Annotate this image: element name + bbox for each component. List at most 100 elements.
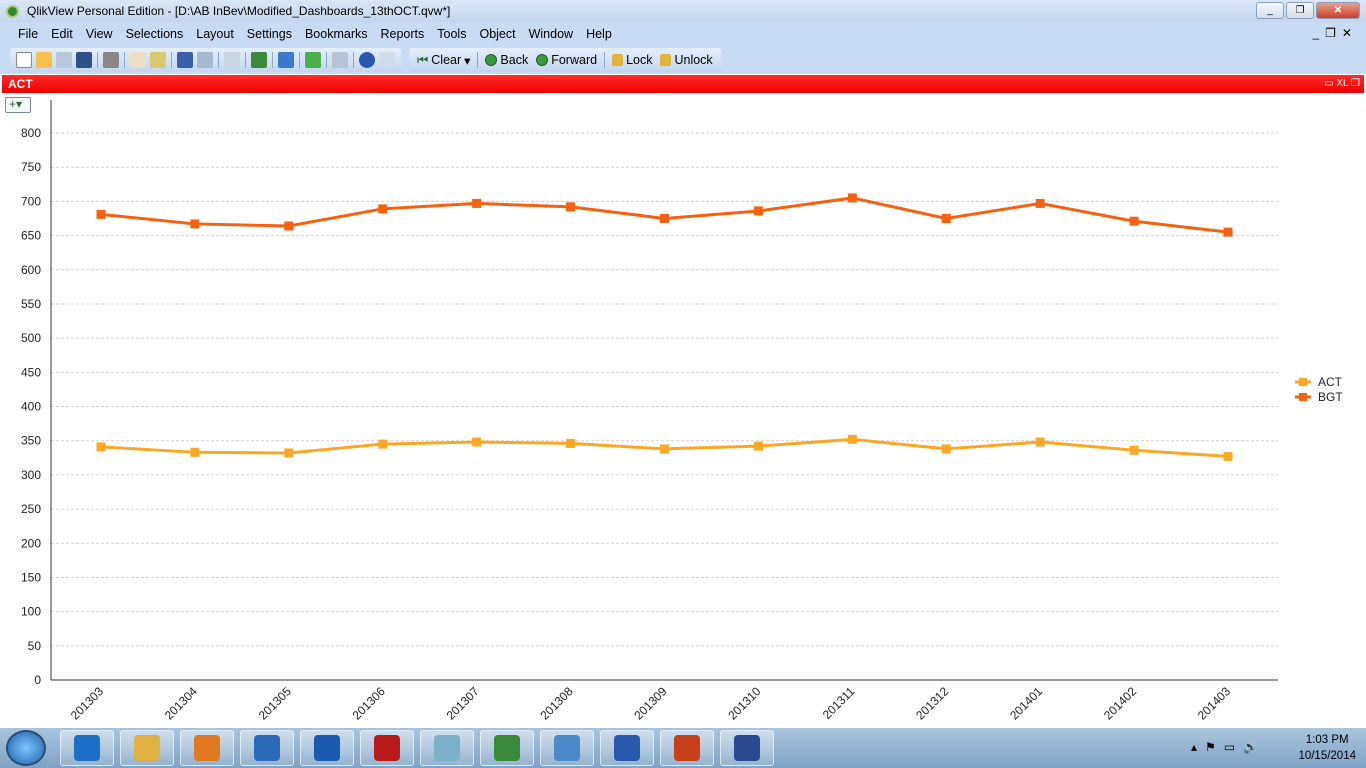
new-chart-icon[interactable] xyxy=(278,52,294,68)
lock-icon xyxy=(612,54,624,66)
taskbar-app-acrobat[interactable] xyxy=(360,730,414,766)
x-tick-label: 201401 xyxy=(1007,684,1045,722)
data-point-bgt xyxy=(566,202,576,212)
x-tick-label: 201311 xyxy=(820,684,858,722)
clock[interactable]: 1:03 PM 10/15/2014 xyxy=(1298,732,1356,764)
menu-layout[interactable]: Layout xyxy=(196,27,234,41)
caption-title: ACT xyxy=(8,77,33,91)
data-point-bgt xyxy=(472,198,482,208)
forward-icon xyxy=(536,54,549,66)
legend-label: BGT xyxy=(1318,390,1343,404)
data-point-act xyxy=(847,434,857,444)
taskbar-app-lync[interactable] xyxy=(240,730,294,766)
taskbar-app-word[interactable] xyxy=(600,730,654,766)
title-bar: QlikView Personal Edition - [D:\AB InBev… xyxy=(0,0,1366,22)
clock-time: 1:03 PM xyxy=(1305,734,1349,746)
back-label: Back xyxy=(500,53,529,67)
edit-script-icon[interactable] xyxy=(130,52,146,68)
context-help-icon[interactable] xyxy=(379,52,395,68)
menu-object[interactable]: Object xyxy=(479,27,515,41)
forward-button[interactable]: Forward xyxy=(536,53,597,67)
y-tick-label: 300 xyxy=(21,468,41,482)
menu-edit[interactable]: Edit xyxy=(51,27,73,41)
redo-icon[interactable] xyxy=(197,52,213,68)
photos-icon xyxy=(554,735,580,761)
y-tick-label: 250 xyxy=(21,502,41,516)
taskbar-app-ie[interactable] xyxy=(60,730,114,766)
data-point-bgt xyxy=(1035,198,1045,208)
data-point-bgt xyxy=(1129,216,1139,226)
taskbar-app-outlook[interactable] xyxy=(300,730,354,766)
select-fields-icon[interactable] xyxy=(251,52,267,68)
x-tick-label: 201312 xyxy=(913,684,951,722)
taskbar-app-notes[interactable] xyxy=(420,730,474,766)
favorite-star-icon[interactable] xyxy=(305,52,321,68)
unlock-icon xyxy=(660,54,672,66)
open-icon[interactable] xyxy=(36,52,52,68)
toolbar: ⏮ Clear ▾ Back Forward Lock Unlock xyxy=(0,46,1366,74)
menu-tools[interactable]: Tools xyxy=(437,27,466,41)
data-point-act xyxy=(941,444,951,454)
taskbar-app-photos[interactable] xyxy=(540,730,594,766)
properties-icon[interactable] xyxy=(332,52,348,68)
files-icon xyxy=(134,735,160,761)
tray-icons[interactable]: ▴⚑▭🔊 xyxy=(1191,740,1266,754)
menu-window[interactable]: Window xyxy=(529,27,573,41)
unlock-button[interactable]: Unlock xyxy=(660,53,713,67)
restore-button[interactable]: ❐ xyxy=(1286,2,1314,19)
x-tick-label: 201305 xyxy=(256,684,294,722)
x-tick-label: 201309 xyxy=(631,684,669,722)
y-tick-label: 100 xyxy=(21,605,41,619)
taskbar-app-powerpoint[interactable] xyxy=(660,730,714,766)
menu-file[interactable]: File xyxy=(18,27,38,41)
save-icon[interactable] xyxy=(76,52,92,68)
chart-caption[interactable]: ACT ▭ XL ❐ xyxy=(2,75,1364,93)
x-tick-label: 201310 xyxy=(725,684,763,722)
reload-icon[interactable] xyxy=(56,52,72,68)
data-point-bgt xyxy=(190,219,200,229)
close-button[interactable]: ✕ xyxy=(1316,2,1360,19)
unlock-label: Unlock xyxy=(674,53,713,67)
taskbar-app-rdp[interactable] xyxy=(720,730,774,766)
menu-selections[interactable]: Selections xyxy=(126,27,184,41)
ie-icon xyxy=(74,735,100,761)
caption-icons[interactable]: ▭ XL ❐ xyxy=(1324,75,1360,93)
menu-view[interactable]: View xyxy=(86,27,113,41)
menu-help[interactable]: Help xyxy=(586,27,612,41)
new-icon[interactable] xyxy=(16,52,32,68)
data-point-act xyxy=(284,448,294,458)
media-icon xyxy=(194,735,220,761)
chart-zoom-button[interactable]: +▾ xyxy=(5,97,31,113)
minimize-button[interactable]: _ xyxy=(1256,2,1284,19)
menu-settings[interactable]: Settings xyxy=(247,27,292,41)
taskbar-app-files[interactable] xyxy=(120,730,174,766)
y-tick-label: 0 xyxy=(34,673,41,687)
lock-label: Lock xyxy=(626,53,653,67)
y-tick-label: 800 xyxy=(21,126,41,140)
help-icon[interactable] xyxy=(359,52,375,68)
x-tick-label: 201402 xyxy=(1101,684,1139,722)
lock-button[interactable]: Lock xyxy=(612,53,652,67)
menu-bookmarks[interactable]: Bookmarks xyxy=(305,27,368,41)
taskbar-app-qlikview[interactable] xyxy=(480,730,534,766)
clear-label: Clear xyxy=(431,53,462,67)
data-point-act xyxy=(566,438,576,448)
data-point-act xyxy=(378,439,388,449)
data-point-bgt xyxy=(941,213,951,223)
y-tick-label: 750 xyxy=(21,160,41,174)
clear-button[interactable]: ⏮ Clear ▾ xyxy=(417,53,470,68)
search-icon[interactable] xyxy=(224,52,240,68)
taskbar-app-media[interactable] xyxy=(180,730,234,766)
back-icon xyxy=(485,54,498,66)
x-tick-label: 201308 xyxy=(537,684,575,722)
undo-icon[interactable] xyxy=(177,52,193,68)
print-icon[interactable] xyxy=(103,52,119,68)
y-tick-label: 350 xyxy=(21,434,41,448)
y-tick-label: 700 xyxy=(21,194,41,208)
document-window-controls[interactable]: _❐✕ xyxy=(1313,26,1359,40)
start-button[interactable] xyxy=(6,730,46,766)
menu-reports[interactable]: Reports xyxy=(381,27,425,41)
back-button[interactable]: Back xyxy=(485,53,528,67)
reload-data-icon[interactable] xyxy=(150,52,166,68)
y-tick-label: 550 xyxy=(21,297,41,311)
